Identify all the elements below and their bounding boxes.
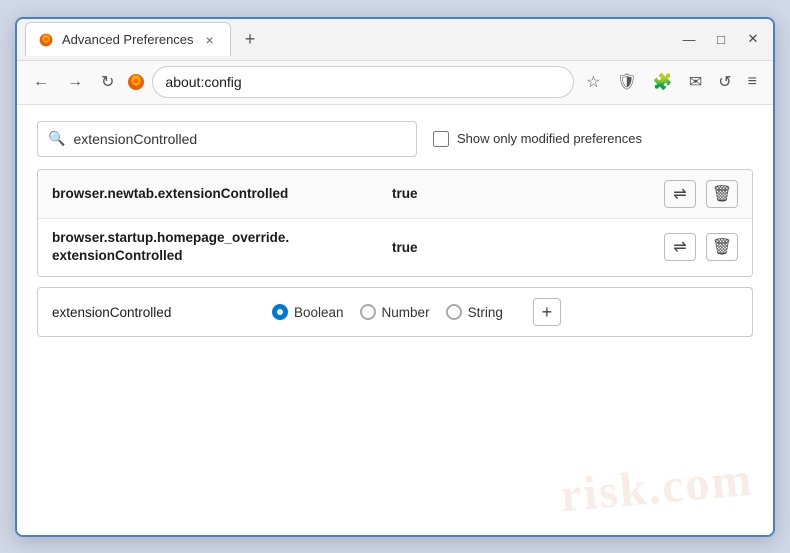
radio-string-label: String [468,305,503,320]
delete-icon-2: 🗑 [712,237,732,257]
nav-icons: ☆ 🛡 🧩 ✉ ↺ ≡ [580,66,763,98]
window-controls: — □ ✕ [677,27,765,51]
nav-bar: ← → ↻ about:config ☆ 🛡 🧩 ✉ ↺ ≡ [17,61,773,105]
pref-actions-1: ⇌ 🗑 [664,180,738,208]
radio-circle-number [360,304,376,320]
search-box[interactable]: 🔍 [37,121,417,157]
tab-title: Advanced Preferences [62,32,194,47]
radio-circle-boolean [272,304,288,320]
pref-actions-2: ⇌ 🗑 [664,233,738,261]
tab-close-button[interactable]: × [202,30,218,50]
table-row: browser.startup.homepage_override.extens… [38,219,752,277]
address-text: about:config [165,74,241,90]
radio-boolean-label: Boolean [294,305,344,320]
search-row: 🔍 Show only modified preferences [37,121,753,157]
add-preference-button[interactable]: + [533,298,561,326]
reset-icon-2: ⇌ [673,237,686,257]
address-bar[interactable]: about:config [152,66,574,98]
forward-button[interactable]: → [61,67,89,97]
close-button[interactable]: ✕ [741,27,765,51]
content-area: 🔍 Show only modified preferences browser… [17,105,773,535]
back-button[interactable]: ← [27,67,55,97]
radio-boolean[interactable]: Boolean [272,304,344,320]
shield-icon[interactable]: 🛡 [611,66,643,98]
table-row: browser.newtab.extensionControlled true … [38,170,752,219]
firefox-logo-icon [126,72,146,92]
preferences-table: browser.newtab.extensionControlled true … [37,169,753,278]
refresh-button[interactable]: ↻ [95,66,120,98]
history-icon[interactable]: ↺ [712,66,737,98]
add-icon: + [542,302,553,323]
tab-favicon [38,32,54,48]
new-tab-button[interactable]: + [237,25,264,54]
delete-button-2[interactable]: 🗑 [706,233,738,261]
bookmark-icon[interactable]: ☆ [580,66,606,98]
radio-string[interactable]: String [446,304,503,320]
pref-value-1: true [392,186,664,201]
browser-window: Advanced Preferences × + — □ ✕ ← → ↻ abo… [15,17,775,537]
reset-icon-1: ⇌ [673,184,686,204]
search-icon: 🔍 [48,130,65,147]
account-icon[interactable]: ✉ [683,66,708,98]
delete-icon-1: 🗑 [712,184,732,204]
radio-number[interactable]: Number [360,304,430,320]
delete-button-1[interactable]: 🗑 [706,180,738,208]
type-radio-group: Boolean Number String [272,304,503,320]
show-modified-row: Show only modified preferences [433,131,642,147]
reset-button-2[interactable]: ⇌ [664,233,696,261]
menu-icon[interactable]: ≡ [742,67,763,97]
search-input[interactable] [73,131,406,147]
show-modified-checkbox[interactable] [433,131,449,147]
show-modified-label: Show only modified preferences [457,131,642,146]
add-preference-row: extensionControlled Boolean Number Strin… [37,287,753,337]
browser-tab[interactable]: Advanced Preferences × [25,22,231,56]
radio-circle-string [446,304,462,320]
minimize-button[interactable]: — [677,27,701,51]
reset-button-1[interactable]: ⇌ [664,180,696,208]
maximize-button[interactable]: □ [709,27,733,51]
title-bar: Advanced Preferences × + — □ ✕ [17,19,773,61]
watermark: risk.com [558,451,755,523]
extensions-icon[interactable]: 🧩 [647,66,679,98]
pref-name-1: browser.newtab.extensionControlled [52,186,392,201]
new-pref-name: extensionControlled [52,305,252,320]
pref-value-2: true [392,240,664,255]
radio-number-label: Number [382,305,430,320]
pref-name-2: browser.startup.homepage_override.extens… [52,229,392,267]
